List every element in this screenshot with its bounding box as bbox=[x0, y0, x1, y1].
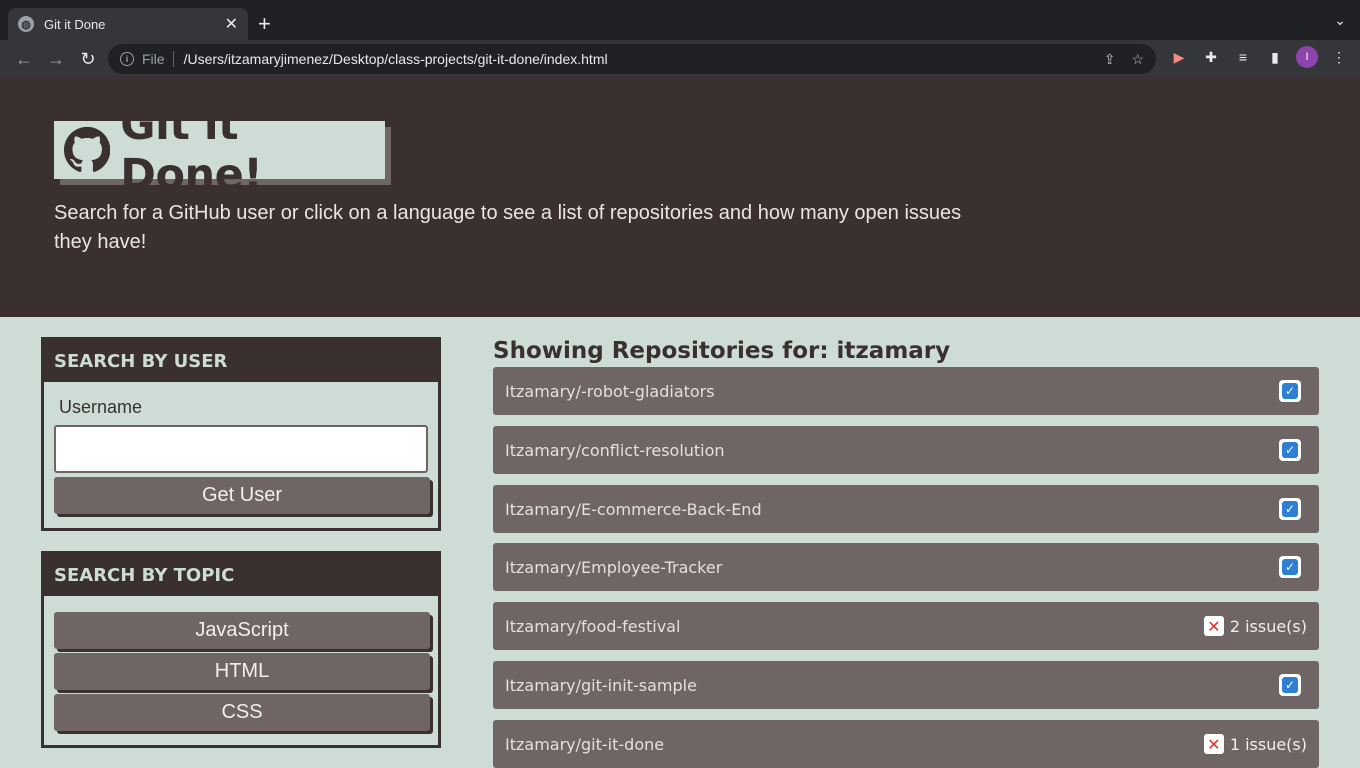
profile-avatar[interactable]: I bbox=[1296, 46, 1318, 68]
url-text[interactable]: /Users/itzamaryjimenez/Desktop/class-pro… bbox=[184, 51, 1088, 67]
extension-area: ▶ ✚ ≡ ▮ I ⋮ bbox=[1168, 46, 1350, 68]
address-bar[interactable]: i File /Users/itzamaryjimenez/Desktop/cl… bbox=[108, 44, 1156, 74]
check-icon: ✓ bbox=[1279, 439, 1301, 461]
bookmark-star-icon[interactable]: ☆ bbox=[1131, 51, 1144, 68]
check-icon: ✓ bbox=[1279, 674, 1301, 696]
globe-icon: ◍ bbox=[18, 16, 34, 32]
repo-item[interactable]: Itzamary/conflict-resolution ✓ bbox=[493, 426, 1319, 474]
repo-name: Itzamary/Employee-Tracker bbox=[505, 557, 723, 577]
info-icon[interactable]: i bbox=[120, 52, 134, 66]
extensions-puzzle-icon[interactable]: ✚ bbox=[1200, 46, 1222, 68]
repo-item[interactable]: Itzamary/-robot-gladiators ✓ bbox=[493, 367, 1319, 415]
repo-item[interactable]: Itzamary/git-init-sample ✓ bbox=[493, 661, 1319, 709]
github-icon bbox=[64, 126, 111, 173]
repo-name: Itzamary/git-it-done bbox=[505, 734, 665, 754]
topic-html-button[interactable]: HTML bbox=[54, 653, 430, 690]
screen-record-icon[interactable]: ▶ bbox=[1168, 46, 1190, 68]
repo-name: Itzamary/E-commerce-Back-End bbox=[505, 499, 762, 519]
search-by-user-panel: SEARCH BY USER Username Get User bbox=[41, 337, 441, 531]
repo-name: Itzamary/conflict-resolution bbox=[505, 440, 725, 460]
topic-javascript-button[interactable]: JavaScript bbox=[54, 612, 430, 649]
new-tab-button[interactable]: + bbox=[258, 12, 271, 36]
tab-search-chevron-icon[interactable]: ⌄ bbox=[1334, 12, 1346, 29]
check-icon: ✓ bbox=[1279, 380, 1301, 402]
issue-count: 1 issue(s) bbox=[1229, 734, 1307, 754]
logo-box: Git it Done! bbox=[54, 100, 385, 200]
page-header: Git it Done! Search for a GitHub user or… bbox=[0, 78, 1360, 317]
side-panel-icon[interactable]: ▮ bbox=[1264, 46, 1286, 68]
scheme-label: File bbox=[142, 51, 165, 67]
close-tab-icon[interactable]: ✕ bbox=[225, 14, 238, 34]
repos-heading: Showing Repositories for: itzamary bbox=[493, 338, 951, 364]
username-input[interactable] bbox=[54, 425, 428, 473]
repo-item[interactable]: Itzamary/E-commerce-Back-End ✓ bbox=[493, 485, 1319, 533]
check-icon: ✓ bbox=[1279, 498, 1301, 520]
forward-arrow-icon[interactable]: → bbox=[40, 43, 72, 75]
search-by-topic-heading: SEARCH BY TOPIC bbox=[44, 554, 438, 596]
repo-item[interactable]: Itzamary/Employee-Tracker ✓ bbox=[493, 543, 1319, 591]
repo-name: Itzamary/-robot-gladiators bbox=[505, 381, 715, 401]
page-subtitle: Search for a GitHub user or click on a l… bbox=[54, 202, 962, 253]
search-by-topic-panel: SEARCH BY TOPIC JavaScript HTML CSS bbox=[41, 551, 441, 748]
search-by-user-heading: SEARCH BY USER bbox=[44, 340, 438, 382]
repo-item[interactable]: Itzamary/food-festival ✕ 2 issue(s) bbox=[493, 602, 1319, 650]
reading-list-icon[interactable]: ≡ bbox=[1232, 46, 1254, 68]
browser-tabbar: ◍ Git it Done ✕ + ⌄ bbox=[0, 0, 1360, 40]
browser-toolbar: ← → ↻ i File /Users/itzamaryjimenez/Desk… bbox=[0, 40, 1360, 78]
logo: Git it Done! bbox=[54, 100, 391, 200]
share-icon[interactable]: ⇪ bbox=[1104, 51, 1116, 68]
repo-item[interactable]: Itzamary/git-it-done ✕ 1 issue(s) bbox=[493, 720, 1319, 768]
repo-name: Itzamary/food-festival bbox=[505, 616, 681, 636]
menu-kebab-icon[interactable]: ⋮ bbox=[1328, 46, 1350, 68]
browser-tab[interactable]: ◍ Git it Done ✕ bbox=[8, 8, 248, 40]
username-label: Username bbox=[59, 397, 143, 417]
reload-icon[interactable]: ↻ bbox=[72, 43, 104, 75]
divider bbox=[172, 51, 174, 67]
back-arrow-icon[interactable]: ← bbox=[8, 43, 40, 75]
x-mark-icon: ✕ bbox=[1203, 616, 1224, 636]
x-mark-icon: ✕ bbox=[1203, 734, 1224, 754]
page-title: Git it Done! bbox=[120, 100, 263, 200]
issue-count: 2 issue(s) bbox=[1229, 616, 1307, 636]
get-user-button[interactable]: Get User bbox=[54, 477, 430, 514]
check-icon: ✓ bbox=[1279, 556, 1301, 578]
tab-title: Git it Done bbox=[44, 16, 106, 32]
repo-name: Itzamary/git-init-sample bbox=[505, 675, 697, 695]
topic-css-button[interactable]: CSS bbox=[54, 694, 430, 731]
